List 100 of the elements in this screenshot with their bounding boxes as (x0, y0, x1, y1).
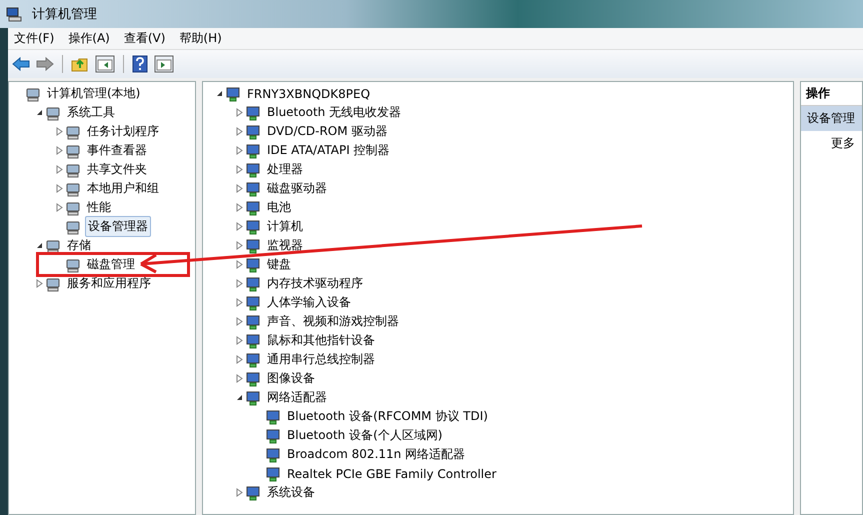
console-item-icon (65, 218, 81, 234)
device-tree-item[interactable]: 鼠标和其他指针设备 (265, 331, 377, 350)
device-tree-item[interactable]: 声音、视频和游戏控制器 (265, 312, 401, 331)
back-arrow-icon[interactable] (12, 57, 30, 71)
tree-item[interactable]: 磁盘管理 (85, 255, 137, 274)
device-tree-item[interactable]: Realtek PCIe GBE Family Controller (285, 466, 498, 482)
expand-arrow-icon[interactable] (236, 108, 242, 117)
device-icon (245, 256, 261, 272)
device-tree-item[interactable]: 网络适配器 (265, 388, 329, 407)
menu-item[interactable]: 操作(A) (68, 30, 110, 47)
device-tree-item[interactable]: Bluetooth 无线电收发器 (265, 103, 404, 122)
expand-arrow-icon[interactable] (236, 488, 242, 497)
device-tree-item[interactable]: 磁盘驱动器 (265, 179, 329, 198)
tree-item[interactable]: 本地用户和组 (85, 179, 161, 198)
tree-item[interactable]: 存储 (65, 236, 93, 255)
device-tree-item[interactable]: 电池 (265, 198, 293, 217)
device-tree-item[interactable]: 系统设备 (265, 483, 317, 502)
help-icon[interactable] (132, 55, 148, 73)
device-icon (245, 314, 261, 330)
expand-arrow-icon[interactable] (56, 127, 62, 136)
device-tree-item[interactable]: 人体学输入设备 (265, 293, 353, 312)
console-item-icon (65, 180, 81, 196)
console-item-icon (25, 86, 41, 102)
device-icon (245, 162, 261, 178)
tree-item[interactable]: 计算机管理(本地) (45, 84, 142, 103)
expand-arrow-icon[interactable] (236, 374, 242, 383)
window-title: 计算机管理 (32, 6, 97, 23)
console-item-icon (65, 124, 81, 140)
console-item-icon (65, 200, 81, 216)
expand-arrow-icon[interactable] (236, 336, 242, 345)
device-icon (245, 218, 261, 234)
expand-arrow-icon[interactable] (236, 241, 242, 250)
collapse-arrow-icon[interactable] (36, 109, 42, 116)
device-icon (265, 446, 281, 462)
device-tree-item[interactable]: FRNY3XBNQDK8PEQ (245, 86, 372, 102)
device-tree-item[interactable]: 图像设备 (265, 369, 317, 388)
tree-item[interactable]: 设备管理器 (85, 216, 151, 237)
device-tree-item[interactable]: IDE ATA/ATAPI 控制器 (265, 141, 392, 160)
device-icon (245, 238, 261, 254)
device-tree-item[interactable]: 通用串行总线控制器 (265, 350, 377, 369)
device-tree-item[interactable]: 处理器 (265, 160, 305, 179)
tree-item[interactable]: 事件查看器 (85, 141, 149, 160)
device-icon (265, 408, 281, 424)
menu-item[interactable]: 查看(V) (124, 30, 166, 47)
forward-arrow-icon[interactable] (36, 57, 54, 71)
action-link[interactable]: 更多 (801, 131, 862, 152)
device-tree-item[interactable]: DVD/CD-ROM 驱动器 (265, 122, 390, 141)
collapse-arrow-icon[interactable] (36, 242, 42, 249)
console-item-icon (65, 256, 81, 272)
device-tree-item[interactable]: Bluetooth 设备(RFCOMM 协议 TDI) (285, 407, 490, 426)
expand-arrow-icon[interactable] (56, 165, 62, 174)
expand-arrow-icon[interactable] (56, 203, 62, 212)
menu-item[interactable]: 文件(F) (14, 30, 54, 47)
expand-arrow-icon[interactable] (36, 279, 42, 288)
expand-arrow-icon[interactable] (236, 279, 242, 288)
console-item-icon (65, 162, 81, 178)
console-item-icon (45, 238, 61, 254)
expand-arrow-icon[interactable] (236, 298, 242, 307)
device-icon (245, 352, 261, 368)
console-item-icon (45, 104, 61, 120)
action-pane-icon[interactable] (154, 55, 174, 73)
tree-item[interactable]: 共享文件夹 (85, 160, 149, 179)
tree-item[interactable]: 服务和应用程序 (65, 274, 153, 293)
expand-arrow-icon[interactable] (236, 222, 242, 231)
device-tree-item[interactable]: 监视器 (265, 236, 305, 255)
tree-item[interactable]: 任务计划程序 (85, 122, 161, 141)
device-icon (265, 428, 281, 444)
device-icon (245, 390, 261, 406)
device-tree-item[interactable]: 内存技术驱动程序 (265, 274, 365, 293)
pane-toggle-icon[interactable] (95, 55, 115, 73)
device-tree-item[interactable]: Broadcom 802.11n 网络适配器 (285, 445, 468, 464)
collapse-arrow-icon[interactable] (216, 90, 222, 97)
device-icon (225, 86, 241, 102)
device-icon (245, 276, 261, 292)
expand-arrow-icon[interactable] (236, 317, 242, 326)
expand-arrow-icon[interactable] (236, 165, 242, 174)
console-item-icon (45, 276, 61, 292)
expand-arrow-icon[interactable] (56, 146, 62, 155)
collapse-arrow-icon[interactable] (236, 394, 242, 401)
device-icon (245, 200, 261, 216)
expand-arrow-icon[interactable] (236, 203, 242, 212)
device-icon (245, 370, 261, 386)
device-icon (245, 142, 261, 158)
expand-arrow-icon[interactable] (236, 146, 242, 155)
device-icon (245, 484, 261, 500)
expand-arrow-icon[interactable] (236, 184, 242, 193)
expand-arrow-icon[interactable] (56, 184, 62, 193)
folder-up-icon[interactable] (71, 56, 89, 72)
tree-item[interactable]: 性能 (85, 198, 113, 217)
device-tree-item[interactable]: 计算机 (265, 217, 305, 236)
console-item-icon (65, 142, 81, 158)
expand-arrow-icon[interactable] (236, 127, 242, 136)
device-icon (245, 104, 261, 120)
expand-arrow-icon[interactable] (236, 260, 242, 269)
device-tree-item[interactable]: 键盘 (265, 255, 293, 274)
device-icon (245, 294, 261, 310)
tree-item[interactable]: 系统工具 (65, 103, 117, 122)
menu-item[interactable]: 帮助(H) (179, 30, 222, 47)
device-tree-item[interactable]: Bluetooth 设备(个人区域网) (285, 426, 444, 445)
expand-arrow-icon[interactable] (236, 355, 242, 364)
